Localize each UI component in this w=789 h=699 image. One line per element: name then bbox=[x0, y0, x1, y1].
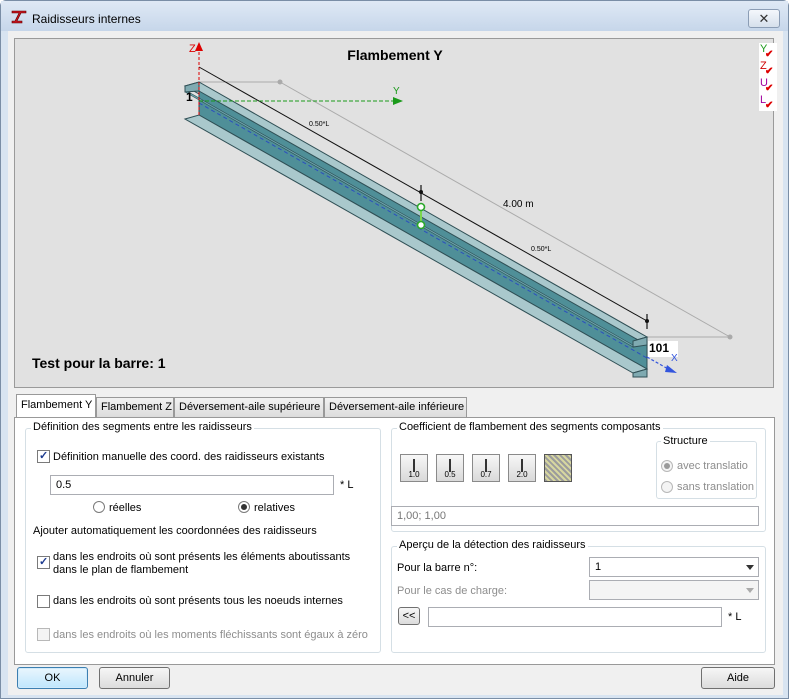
chevron-down-icon bbox=[746, 565, 754, 570]
ratio-label-second: 0.50*L bbox=[531, 246, 552, 253]
coordinates-unit-label: * L bbox=[340, 479, 354, 491]
stiffener-bottom-node-icon bbox=[416, 220, 426, 230]
detected-unit-label: * L bbox=[728, 611, 742, 623]
structure-group-legend: Structure bbox=[661, 435, 710, 447]
axis-x-label: X bbox=[671, 353, 678, 364]
check-icon: ✔ bbox=[765, 83, 774, 94]
ok-button[interactable]: OK bbox=[17, 667, 88, 689]
tab-flambement-z[interactable]: Flambement Z bbox=[96, 397, 174, 417]
indicator-u[interactable]: U ✔ bbox=[759, 77, 777, 94]
bar-number-label: Pour la barre n°: bbox=[397, 562, 478, 574]
window-title: Raidisseurs internes bbox=[32, 12, 141, 26]
node-start-label: 1 bbox=[186, 90, 193, 104]
steel-beam-app-icon bbox=[11, 10, 27, 24]
internal-nodes-checkbox[interactable] bbox=[37, 595, 50, 608]
indicator-y[interactable]: Y ✔ bbox=[759, 43, 777, 60]
check-icon: ✔ bbox=[765, 66, 774, 77]
internal-nodes-label: dans les endroits où sont présents tous … bbox=[53, 595, 343, 607]
without-translation-radio[interactable] bbox=[661, 481, 673, 493]
manual-definition-label: Définition manuelle des coord. des raidi… bbox=[53, 451, 325, 463]
load-case-select[interactable] bbox=[589, 580, 759, 600]
tab-flambement-y[interactable]: Flambement Y bbox=[16, 394, 96, 418]
dialog-client-area: Flambement Y Z Y X 1 101 0.50*L 0.50*L 4… bbox=[8, 31, 783, 695]
title-bar: Raidisseurs internes ✕ bbox=[1, 1, 788, 31]
load-case-label: Pour le cas de charge: bbox=[397, 585, 508, 597]
buckling-coef-custom-button[interactable] bbox=[544, 454, 572, 482]
indicator-l[interactable]: L ✔ bbox=[759, 94, 777, 111]
check-icon: ✔ bbox=[765, 100, 774, 111]
real-radio-label: réelles bbox=[109, 502, 142, 514]
coordinates-input[interactable]: 0.5 bbox=[50, 475, 334, 495]
beam-preview-view[interactable]: Flambement Y Z Y X 1 101 0.50*L 0.50*L 4… bbox=[14, 38, 777, 388]
test-bar-label: Test pour la barre: 1 bbox=[32, 355, 166, 371]
buckling-coef-2-0-button[interactable]: 2.0 bbox=[508, 454, 536, 482]
bar-number-select[interactable]: 1 bbox=[589, 557, 759, 577]
without-translation-label: sans translation bbox=[677, 481, 755, 493]
connected-elements-checkbox[interactable] bbox=[37, 555, 50, 569]
zero-moments-checkbox[interactable] bbox=[37, 628, 50, 641]
tab-deversement-aile-inferieure[interactable]: Déversement-aile inférieure bbox=[324, 397, 467, 417]
connected-elements-label-1: dans les endroits où sont présents les é… bbox=[53, 551, 351, 563]
tab-panel: Définition des segments entre les raidis… bbox=[14, 417, 775, 665]
coefficient-group-legend: Coefficient de flambement des segments c… bbox=[397, 421, 663, 433]
chevron-down-icon bbox=[746, 588, 754, 593]
indicator-z[interactable]: Z ✔ bbox=[759, 60, 777, 77]
check-icon: ✔ bbox=[765, 49, 774, 60]
help-button[interactable]: Aide bbox=[701, 667, 775, 689]
buckling-coef-0-5-button[interactable]: 0.5 bbox=[436, 454, 464, 482]
real-radio[interactable] bbox=[93, 501, 105, 513]
buckling-coef-0-7-button[interactable]: 0.7 bbox=[472, 454, 500, 482]
connected-elements-label-2: dans le plan de flambement bbox=[53, 564, 189, 576]
segments-group-legend: Définition des segments entre les raidis… bbox=[31, 421, 254, 433]
dialog-window: Raidisseurs internes ✕ Flambement Y Z Y … bbox=[0, 0, 789, 699]
coefficient-values-field[interactable]: 1,00; 1,00 bbox=[391, 506, 759, 526]
buckling-coef-1-0-button[interactable]: 1.0 bbox=[400, 454, 428, 482]
zero-moments-label: dans les endroits où les moments fléchis… bbox=[53, 629, 368, 641]
stiffener-top-node-icon bbox=[416, 202, 426, 212]
ratio-label-first: 0.50*L bbox=[309, 121, 330, 128]
close-button[interactable]: ✕ bbox=[748, 9, 780, 28]
view-title: Flambement Y bbox=[347, 47, 443, 63]
detected-coordinates-field[interactable] bbox=[428, 607, 722, 627]
axis-y-label: Y bbox=[393, 86, 400, 97]
node-end-label: 101 bbox=[649, 341, 670, 355]
cancel-button[interactable]: Annuler bbox=[99, 667, 170, 689]
tab-deversement-aile-superieure[interactable]: Déversement-aile supérieure bbox=[174, 397, 324, 417]
with-translation-radio[interactable] bbox=[661, 460, 673, 472]
relative-radio[interactable] bbox=[238, 501, 250, 513]
preview-group-legend: Aperçu de la détection des raidisseurs bbox=[397, 539, 588, 551]
copy-coordinates-button[interactable]: << bbox=[398, 607, 420, 625]
manual-definition-checkbox[interactable] bbox=[37, 449, 50, 463]
axis-z-label: Z bbox=[189, 43, 196, 55]
length-label: 4.00 m bbox=[503, 199, 534, 210]
relative-radio-label: relatives bbox=[254, 502, 295, 514]
auto-group-legend: Ajouter automatiquement les coordonnées … bbox=[31, 525, 319, 537]
with-translation-label: avec translatio bbox=[677, 460, 748, 472]
